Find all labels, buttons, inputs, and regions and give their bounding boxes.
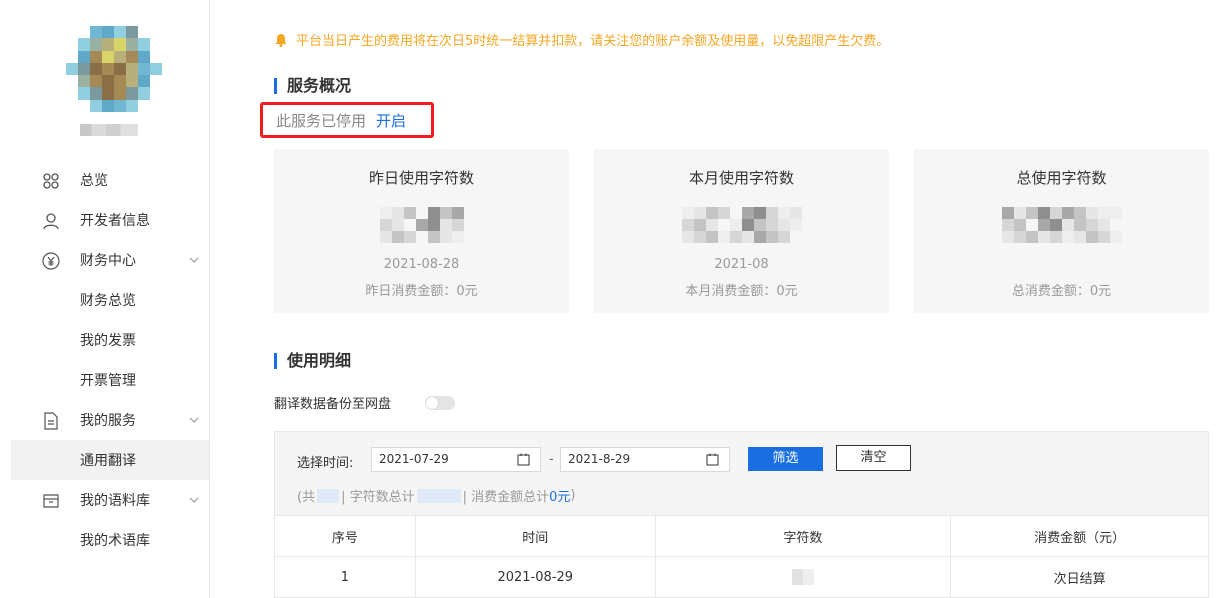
cell-index: 1 (274, 556, 416, 598)
document-icon (42, 412, 60, 430)
yen-icon (42, 252, 60, 270)
card-value-blurred (379, 207, 464, 243)
sidebar-item-general-translation[interactable]: 通用翻译 (11, 440, 209, 480)
start-date-value: 2021-07-29 (379, 452, 449, 466)
card-value-blurred (1001, 207, 1122, 243)
enable-service-link[interactable]: 开启 (376, 110, 406, 131)
summary-suffix: ) (570, 488, 576, 503)
username-blurred (80, 124, 138, 136)
summary-prefix: (共 (297, 490, 316, 505)
sidebar-item-label: 我的术语库 (80, 533, 150, 549)
chevron-down-icon (187, 493, 201, 507)
card-month-usage: 本月使用字符数 2021-08 本月消费金额：0元 (594, 149, 889, 313)
chevron-down-icon (187, 413, 201, 427)
sidebar-item-my-termbase[interactable]: 我的术语库 (0, 520, 209, 560)
section-title-overview: 服务概况 (274, 78, 351, 94)
card-title: 总使用字符数 (1016, 169, 1107, 187)
service-status-text: 此服务已停用 (276, 111, 367, 130)
sidebar-item-overview[interactable]: 总览 (0, 160, 209, 200)
summary-fee-value: 0元 (549, 490, 571, 505)
backup-toggle[interactable] (425, 395, 456, 410)
sidebar-item-label: 我的服务 (80, 413, 136, 429)
notice-text: 平台当日产生的费用将在次日5时统一结算并扣款，请关注您的账户余额及使用量，以免超… (296, 34, 890, 49)
service-status: 此服务已停用 开启 (260, 102, 434, 138)
sidebar-item-label: 通用翻译 (80, 453, 136, 469)
cell-fee: 次日结算 (950, 556, 1209, 598)
card-yesterday-usage: 昨日使用字符数 2021-08-28 昨日消费金额：0元 (274, 149, 569, 313)
card-title: 本月使用字符数 (688, 169, 794, 187)
bell-icon (275, 33, 287, 47)
usage-detail-table: 序号 时间 字符数 消费金额（元） 1 2021-08-29 次日结算 (274, 515, 1209, 598)
column-header-chars: 字符数 (654, 515, 952, 557)
sidebar-item-label: 我的发票 (80, 333, 136, 349)
card-date: 2021-08 (714, 257, 769, 272)
billing-notice: 平台当日产生的费用将在次日5时统一结算并扣款，请关注您的账户余额及使用量，以免超… (274, 30, 889, 49)
usage-cards: 昨日使用字符数 2021-08-28 昨日消费金额：0元 本月使用字符数 202… (274, 149, 1209, 313)
sidebar-item-my-corpus[interactable]: 我的语料库 (0, 480, 209, 520)
sidebar-nav: 总览 开发者信息 财务中心 财务总览 我的发票 开票管理 我的服务 通用翻译 我… (0, 160, 209, 560)
inbox-icon (42, 492, 60, 510)
card-fee: 总消费金额：0元 (1011, 284, 1112, 299)
end-date-input[interactable]: 2021-8-29 (560, 447, 730, 472)
card-value-blurred (681, 207, 802, 243)
sidebar-item-label: 我的语料库 (80, 493, 150, 509)
time-filter-label: 选择时间: (297, 456, 354, 471)
user-icon (42, 212, 60, 230)
column-header-fee: 消费金额（元） (950, 515, 1209, 557)
sidebar: 总览 开发者信息 财务中心 财务总览 我的发票 开票管理 我的服务 通用翻译 我… (0, 0, 210, 598)
sidebar-item-developer-info[interactable]: 开发者信息 (0, 200, 209, 240)
table-row: 1 2021-08-29 次日结算 (274, 556, 1209, 598)
card-fee: 昨日消费金额：0元 (365, 284, 478, 299)
card-fee: 本月消费金额：0元 (685, 284, 798, 299)
sidebar-item-label: 开发者信息 (80, 213, 150, 229)
end-date-value: 2021-8-29 (568, 452, 631, 466)
sidebar-item-finance-overview[interactable]: 财务总览 (0, 280, 209, 320)
grid-icon (42, 172, 60, 190)
sidebar-item-my-invoices[interactable]: 我的发票 (0, 320, 209, 360)
sidebar-item-label: 财务总览 (80, 293, 136, 309)
backup-label: 翻译数据备份至网盘 (274, 397, 392, 412)
cell-chars-blurred (791, 569, 814, 585)
clear-button[interactable]: 清空 (836, 445, 911, 471)
avatar[interactable] (66, 26, 162, 113)
filter-panel: 选择时间: 2021-07-29 - 2021-8-29 筛选 清空 (共 | … (274, 431, 1209, 515)
sidebar-item-label: 开票管理 (80, 373, 136, 389)
sidebar-item-label: 财务中心 (80, 253, 136, 269)
backup-row: 翻译数据备份至网盘 (274, 393, 456, 412)
sidebar-item-my-services[interactable]: 我的服务 (0, 400, 209, 440)
summary-chars-label: | 字符数总计 (341, 490, 415, 505)
sidebar-item-finance-center[interactable]: 财务中心 (0, 240, 209, 280)
summary-count-blurred (317, 488, 340, 503)
card-total-usage: 总使用字符数 总消费金额：0元 (914, 149, 1209, 313)
app-root: 总览 开发者信息 财务中心 财务总览 我的发票 开票管理 我的服务 通用翻译 我… (0, 0, 1224, 598)
start-date-input[interactable]: 2021-07-29 (371, 447, 541, 472)
date-separator: - (549, 452, 554, 467)
sidebar-item-invoice-management[interactable]: 开票管理 (0, 360, 209, 400)
summary-chars-blurred (416, 488, 461, 503)
cell-time: 2021-08-29 (414, 556, 656, 598)
card-date: 2021-08-28 (383, 257, 460, 272)
filter-button[interactable]: 筛选 (748, 447, 823, 471)
table-header-row: 序号 时间 字符数 消费金额（元） (274, 515, 1209, 557)
column-header-index: 序号 (274, 515, 416, 557)
cell-chars (654, 556, 952, 598)
main-content: 平台当日产生的费用将在次日5时统一结算并扣款，请关注您的账户余额及使用量，以免超… (210, 0, 1224, 598)
calendar-icon (517, 453, 530, 466)
sidebar-item-label: 总览 (80, 173, 108, 189)
section-title-details: 使用明细 (274, 353, 351, 369)
column-header-time: 时间 (414, 515, 656, 557)
chevron-down-icon (187, 253, 201, 267)
calendar-icon (706, 453, 719, 466)
summary-fee-label: | 消费金额总计 (462, 490, 550, 505)
card-title: 昨日使用字符数 (368, 169, 474, 187)
usage-summary: (共 | 字符数总计 | 消费金额总计 0元 ) (297, 486, 575, 505)
